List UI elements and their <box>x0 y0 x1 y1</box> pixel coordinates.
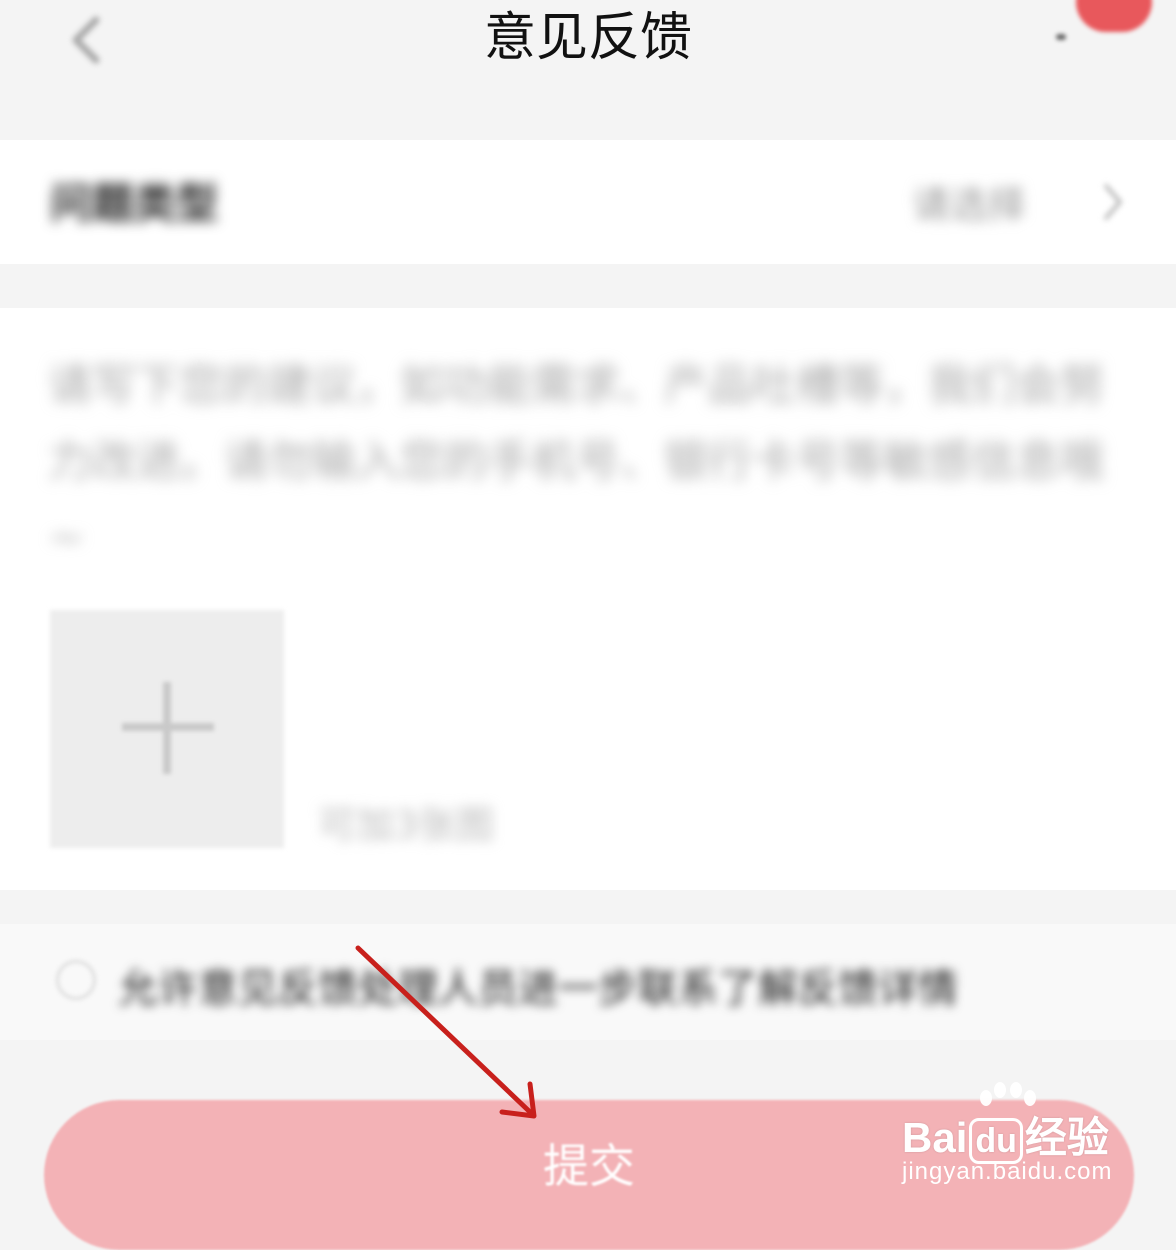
add-image-button[interactable] <box>50 610 284 848</box>
feedback-textarea[interactable]: 请写下您的建议，如功能需求、产品吐槽等，我们会努力改进。请勿输入您的手机号、银行… <box>48 348 1128 576</box>
watermark-brand-prefix: Bai <box>902 1114 968 1161</box>
problem-type-selector[interactable]: 问题类型 请选择 <box>0 140 1176 264</box>
more-dot-icon <box>1056 34 1066 40</box>
consent-checkbox[interactable] <box>56 960 96 1000</box>
problem-type-label: 问题类型 <box>50 179 219 228</box>
baidu-jingyan-watermark: Bai du 经验 jingyan.baidu.com <box>902 1082 1162 1196</box>
annotation-arrow-icon <box>355 945 537 1119</box>
feedback-card: 请写下您的建议，如功能需求、产品吐槽等，我们会努力改进。请勿输入您的手机号、银行… <box>0 308 1176 890</box>
watermark-brand-suffix: 经验 <box>1024 1114 1109 1161</box>
consent-row[interactable]: 允许意见反馈处理人员进一步联系了解反馈详情 <box>0 924 1176 1040</box>
plus-icon <box>122 682 214 774</box>
top-nav-bar: 意见反馈 <box>0 0 1176 128</box>
watermark-brand: Bai du 经验 <box>902 1104 1109 1165</box>
upload-hint: 可加3张图 <box>318 803 495 847</box>
chevron-right-icon <box>1104 184 1122 220</box>
page-title: 意见反馈 <box>483 8 692 68</box>
watermark-url: jingyan.baidu.com <box>902 1158 1113 1185</box>
problem-type-value[interactable]: 请选择 <box>912 174 1026 229</box>
